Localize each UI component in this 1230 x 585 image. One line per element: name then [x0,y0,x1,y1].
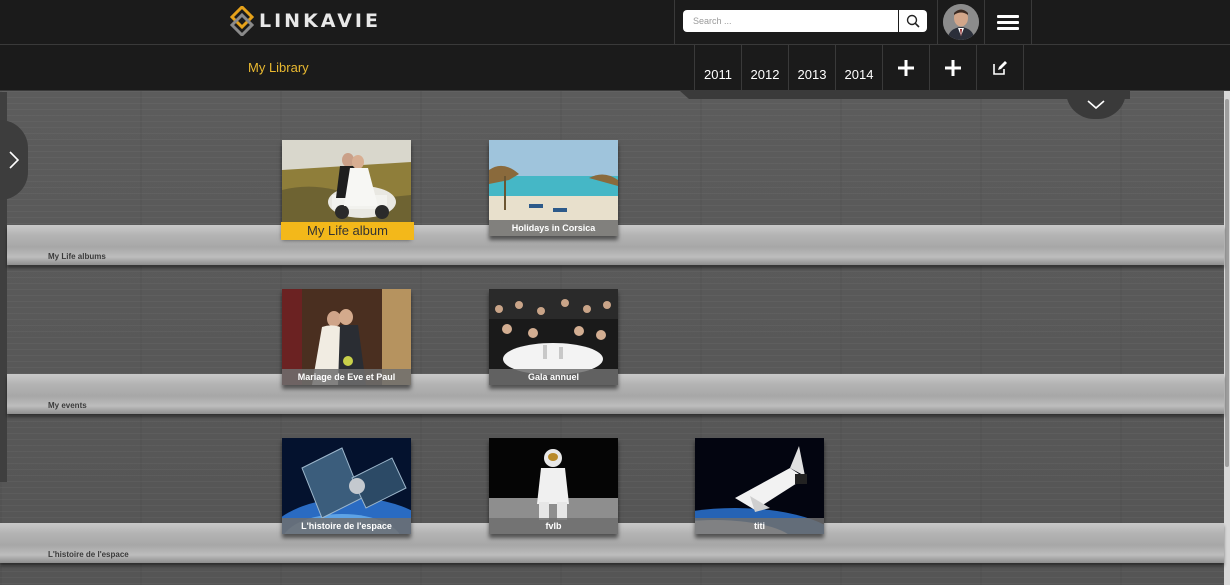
album-title: titi [695,518,824,534]
avatar[interactable] [943,4,979,40]
shelf-label: My Life albums [48,252,106,261]
main-menu-button[interactable] [984,0,1031,44]
tab-year-2013[interactable]: 2013 [788,45,835,90]
edit-button[interactable] [976,45,1024,90]
tab-year-2014[interactable]: 2014 [835,45,882,90]
album-card[interactable]: L'histoire de l'espace [282,438,411,534]
logo-icon [230,6,254,36]
album-title: L'histoire de l'espace [282,518,411,534]
album-title: Gala annuel [489,369,618,385]
scrollbar-thumb[interactable] [1225,99,1229,467]
tab-year-2011[interactable]: 2011 [694,45,741,90]
page-title: My Library [248,60,309,75]
search-icon [906,14,920,28]
logo[interactable]: LINKAVIE [230,5,381,37]
album-card[interactable]: My Life album [281,140,414,240]
add-shelf-button[interactable] [929,45,976,90]
hamburger-icon [996,12,1019,33]
logo-text: LINKAVIE [259,10,381,32]
shelf-label: L'histoire de l'espace [48,550,129,559]
search-button[interactable] [899,10,927,32]
album-card[interactable]: titi [695,438,824,534]
album-card[interactable]: Mariage de Eve et Paul [282,289,411,385]
album-card[interactable]: Gala annuel [489,289,618,385]
album-card[interactable]: Holidays in Corsica [489,140,618,236]
library-bar: My Library 2011 2012 2013 2014 [0,45,1230,91]
album-title: Mariage de Eve et Paul [282,369,411,385]
search-input[interactable] [683,10,898,32]
user-menu[interactable] [937,0,985,44]
year-tabs: 2011 2012 2013 2014 [694,45,1024,90]
album-title: Holidays in Corsica [489,220,618,236]
chevron-right-icon [9,151,19,169]
shelf-label: My events [48,401,87,410]
album-card[interactable]: fvlb [489,438,618,534]
avatar-photo [943,4,979,40]
album-title: My Life album [281,222,414,240]
add-icon [945,59,961,76]
chevron-down-icon [1087,100,1105,110]
shelf-top-trim [680,91,1130,99]
tab-year-2012[interactable]: 2012 [741,45,788,90]
header-tools [674,0,1032,44]
top-bar: LINKAVIE [0,0,1230,45]
add-icon [898,59,914,76]
edit-icon [993,60,1007,75]
add-album-button[interactable] [882,45,929,90]
album-title: fvlb [489,518,618,534]
